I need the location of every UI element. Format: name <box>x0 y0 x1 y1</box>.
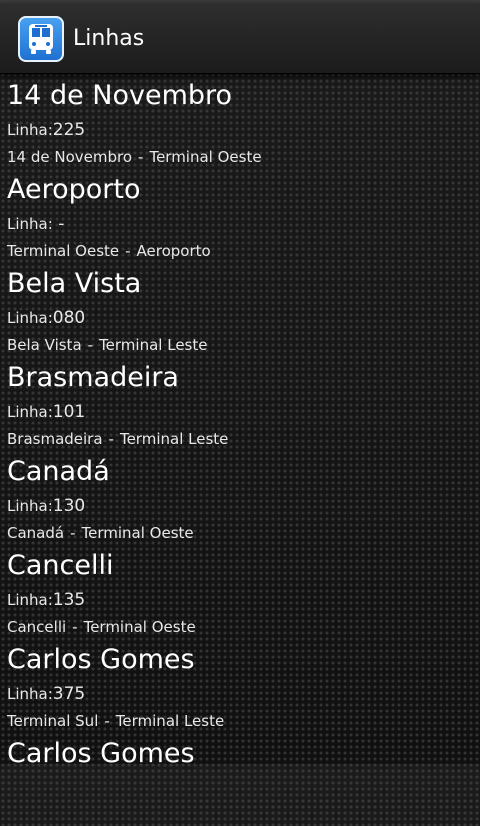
line-route: Brasmadeira - Terminal Leste <box>7 430 229 448</box>
line-route: Bela Vista - Terminal Leste <box>7 336 208 354</box>
line-number: Linha:225 <box>7 120 86 140</box>
line-name: Aeroporto <box>7 174 141 205</box>
line-name: Bela Vista <box>7 268 142 299</box>
list-item[interactable]: Cancelli Linha:135 Cancelli - Terminal Oes… <box>0 544 480 638</box>
line-number: Linha:101 <box>7 402 86 422</box>
line-number: Linha:135 <box>7 590 86 610</box>
line-route: Cancelli - Terminal Oeste <box>7 618 196 636</box>
line-name: Brasmadeira <box>7 362 179 393</box>
line-route: 14 de Novembro - Terminal Oeste <box>7 148 262 166</box>
line-number: Linha:130 <box>7 496 86 516</box>
line-name: Carlos Gomes <box>7 644 195 675</box>
list-item[interactable]: Aeroporto Linha: - Terminal Oeste - Aeropo… <box>0 168 480 262</box>
lines-list: 14 de Novembro Linha:225 14 de Novembro -… <box>0 74 480 826</box>
line-number: Linha: - <box>7 214 65 234</box>
line-name: Carlos Gomes <box>7 738 195 769</box>
line-number: Linha:080 <box>7 308 86 328</box>
bus-icon[interactable] <box>18 16 64 62</box>
line-name: 14 de Novembro <box>7 80 233 111</box>
line-route: Terminal Sul - Terminal Leste <box>7 712 225 730</box>
line-route: Canadá - Terminal Oeste <box>7 524 194 542</box>
line-name: Cancelli <box>7 550 114 581</box>
list-item[interactable]: Bela Vista Linha:080 Bela Vista - Terminal… <box>0 262 480 356</box>
list-item[interactable]: Canadá Linha:130 Canadá - Terminal Oeste <box>0 450 480 544</box>
list-item[interactable]: Carlos Gomes Linha:375 Terminal Sul - Term… <box>0 638 480 732</box>
line-number: Linha:375 <box>7 684 86 704</box>
list-item[interactable]: 14 de Novembro Linha:225 14 de Novembro -… <box>0 74 480 168</box>
line-name: Canadá <box>7 456 110 487</box>
list-item[interactable]: Brasmadeira Linha:101 Brasmadeira - Termin… <box>0 356 480 450</box>
line-route: Terminal Oeste - Aeroporto <box>7 242 211 260</box>
page-title: Linhas <box>73 26 145 51</box>
action-bar: Linhas <box>0 3 480 74</box>
list-item[interactable]: Carlos Gomes <box>0 732 480 826</box>
